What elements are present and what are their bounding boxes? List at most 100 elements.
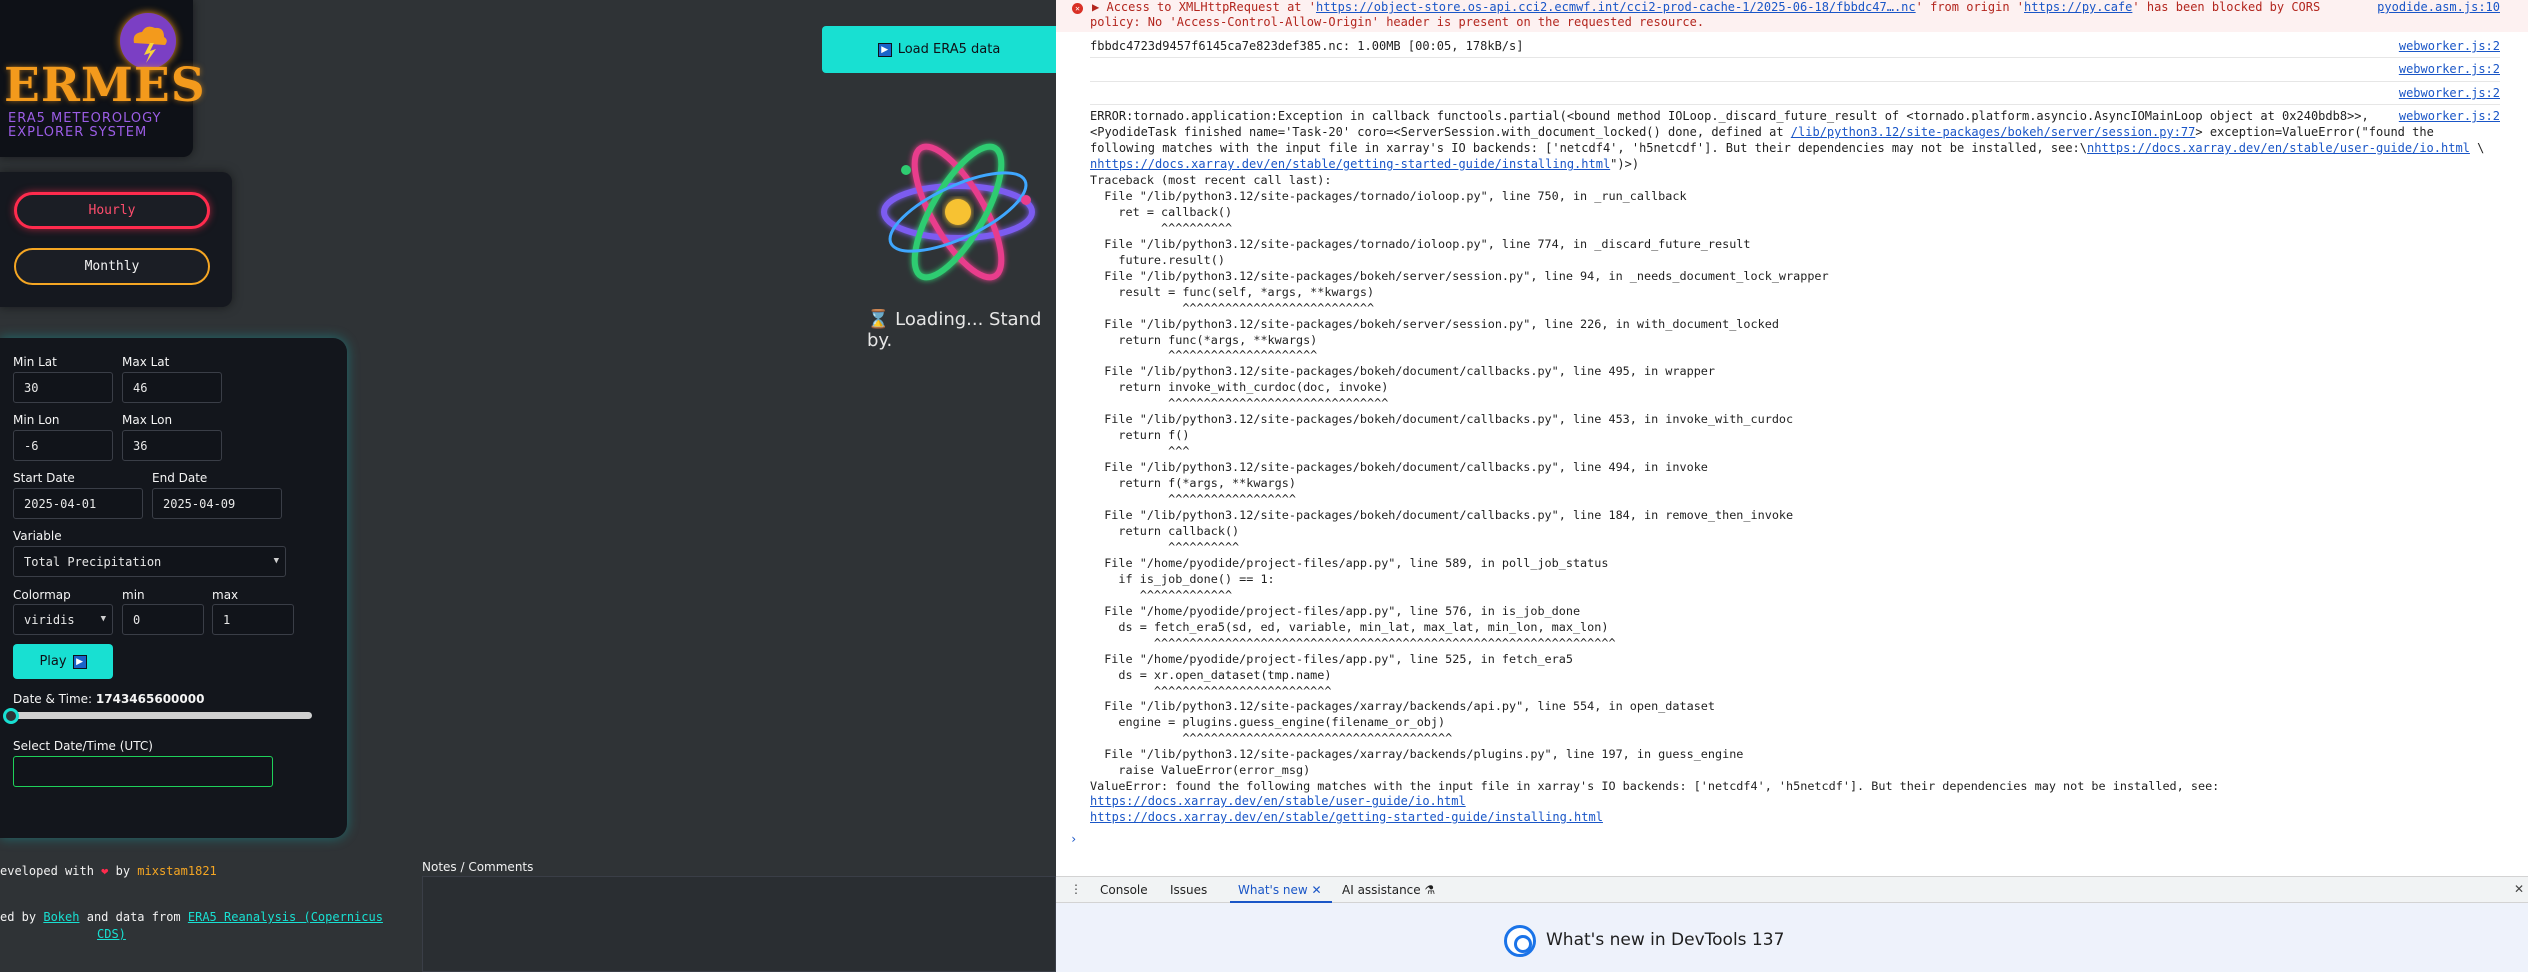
tornado-error-line4: nhttps://docs.xarray.dev/en/stable/getti…: [1090, 157, 1639, 171]
source-link-pyodide[interactable]: pyodide.asm.js:10: [2377, 0, 2500, 14]
colormap-select-value: viridis: [24, 612, 75, 627]
start-date-label: Start Date: [13, 471, 75, 485]
end-date-label: End Date: [152, 471, 208, 485]
cors-origin-link[interactable]: https://py.cafe: [2024, 0, 2132, 14]
controls-panel: Min Lat 30 Max Lat 46 Min Lon -6 Max Lon…: [0, 338, 347, 838]
final-io-docs-link[interactable]: https://docs.xarray.dev/en/stable/user-g…: [1090, 794, 1466, 808]
io-docs-link[interactable]: nhttps://docs.xarray.dev/en/stable/user-…: [2087, 141, 2470, 155]
notes-textarea[interactable]: [422, 876, 1056, 972]
chrome-devtools-icon: [1504, 925, 1536, 957]
data-from-text: and data from: [86, 910, 181, 924]
colormap-label: Colormap: [13, 588, 71, 602]
start-date-input[interactable]: 2025-04-01: [13, 488, 143, 519]
installing-docs-link[interactable]: nhttps://docs.xarray.dev/en/stable/getti…: [1090, 157, 1610, 171]
load-era5-button[interactable]: ▶ Load ERA5 data: [822, 26, 1056, 73]
developer-username: mixstam1821: [137, 864, 217, 878]
console-output: ✕ ▶ Access to XMLHttpRequest at 'https:/…: [1056, 0, 2528, 870]
bokeh-link[interactable]: Bokeh: [43, 910, 79, 924]
loading-text: ⌛ Loading... Stand by.: [867, 309, 1042, 351]
max-label: max: [212, 588, 239, 602]
expand-arrow-icon[interactable]: ▶: [1092, 0, 1099, 14]
developer-credit: eveloped with ❤ by mixstam1821: [0, 864, 217, 878]
final-installing-docs-line: https://docs.xarray.dev/en/stable/gettin…: [1090, 810, 1603, 824]
frequency-panel: Hourly Monthly: [0, 172, 232, 307]
logo-title: ERMES: [4, 58, 206, 113]
powered-by-text: ed by: [0, 910, 37, 924]
cors-error-line2: policy: No 'Access-Control-Allow-Origin'…: [1090, 15, 1705, 29]
flask-icon: ⚗: [1424, 883, 1436, 897]
devtools-drawer-tabs: ⋮ Console Issues What's new ✕ AI assista…: [1056, 876, 2528, 903]
source-link-webworker[interactable]: webworker.js:2: [2399, 109, 2500, 123]
datetime-slider-track[interactable]: [10, 712, 312, 719]
max-lon-input[interactable]: 36: [122, 430, 222, 461]
console-divider: [1090, 57, 2500, 58]
play-button-label: Play: [39, 654, 67, 669]
error-icon: ✕: [1072, 3, 1083, 14]
play-button[interactable]: Play ▶: [13, 644, 113, 679]
colormap-select[interactable]: viridis ▼: [13, 604, 113, 635]
final-installing-docs-link[interactable]: https://docs.xarray.dev/en/stable/gettin…: [1090, 810, 1603, 824]
min-lon-input[interactable]: -6: [13, 430, 113, 461]
select-datetime-label: Select Date/Time (UTC): [13, 739, 153, 753]
logo-panel: ERMES ERA5 METEOROLOGY EXPLORER SYSTEM: [0, 0, 205, 157]
tab-whats-new[interactable]: What's new ✕: [1238, 883, 1322, 897]
tab-issues[interactable]: Issues: [1170, 883, 1207, 897]
tornado-error-line2: <PyodideTask finished name='Task-20' cor…: [1090, 125, 2434, 139]
min-label: min: [122, 588, 145, 602]
traceback-text: Traceback (most recent call last): File …: [1090, 173, 2220, 794]
by-text: by: [115, 864, 131, 878]
tab-ai-assistance[interactable]: AI assistance ⚗: [1342, 883, 1435, 897]
logo-subtitle-line1: ERA5 METEOROLOGY: [8, 111, 162, 126]
tab-console[interactable]: Console: [1100, 883, 1148, 897]
final-io-docs-line: https://docs.xarray.dev/en/stable/user-g…: [1090, 794, 1466, 808]
whats-new-title: What's new in DevTools 137: [1546, 930, 1785, 950]
max-lat-input[interactable]: 46: [122, 372, 222, 403]
hourly-button[interactable]: Hourly: [14, 192, 210, 229]
play-icon: ▶: [877, 42, 892, 57]
more-options-icon[interactable]: ⋮: [1070, 882, 1082, 896]
chevron-down-icon: ▼: [100, 614, 106, 624]
datetime-picker-input[interactable]: [13, 756, 273, 787]
cors-request-url-link[interactable]: https://object-store.os-api.cci2.ecmwf.i…: [1316, 0, 1916, 14]
cors-error-prefix: Access to XMLHttpRequest at ': [1106, 0, 1316, 14]
load-era5-label: Load ERA5 data: [897, 42, 1001, 57]
datetime-slider-handle[interactable]: [3, 708, 19, 724]
whats-new-banner: What's new in DevTools 137: [1056, 903, 2528, 972]
cors-error-suffix: ' has been blocked by CORS: [2132, 0, 2321, 14]
min-lat-input[interactable]: 30: [13, 372, 113, 403]
variable-select[interactable]: Total Precipitation ▼: [13, 546, 286, 577]
tab-ai-label: AI assistance: [1342, 883, 1421, 897]
logo-subtitle-line2: EXPLORER SYSTEM: [8, 125, 148, 140]
progress-message: fbbdc4723d9457f6145ca7e823def385.nc: 1.0…: [1090, 39, 1524, 53]
error-line3-prefix: following matches with the input file in…: [1090, 141, 2087, 155]
tornado-error-line1: ERROR:tornado.application:Exception in c…: [1090, 109, 2369, 123]
close-drawer-icon[interactable]: ✕: [2514, 882, 2524, 896]
powered-by-credit: ed by Bokeh and data from ERA5 Reanalysi…: [0, 909, 390, 943]
max-input[interactable]: 1: [212, 604, 294, 635]
datetime-readout: Date & Time: 1743465600000: [13, 692, 204, 706]
session-source-link[interactable]: /lib/python3.12/site-packages/bokeh/serv…: [1791, 125, 2196, 139]
variable-label: Variable: [13, 529, 62, 543]
console-divider: [1090, 81, 2500, 82]
era5-link-line2: CDS): [97, 927, 126, 941]
notes-label: Notes / Comments: [422, 860, 534, 874]
developed-with-text: eveloped with: [0, 864, 94, 878]
source-link-webworker[interactable]: webworker.js:2: [2399, 86, 2500, 100]
error-line3-suffix: \: [2469, 141, 2485, 155]
variable-select-value: Total Precipitation: [24, 554, 162, 569]
source-link-webworker[interactable]: webworker.js:2: [2399, 62, 2500, 76]
play-icon: ▶: [72, 654, 87, 669]
close-icon[interactable]: ✕: [1312, 883, 1322, 897]
end-date-input[interactable]: 2025-04-09: [152, 488, 282, 519]
source-link-webworker[interactable]: webworker.js:2: [2399, 39, 2500, 53]
monthly-button[interactable]: Monthly: [14, 248, 210, 285]
console-prompt-icon[interactable]: ›: [1070, 832, 1077, 846]
min-input[interactable]: 0: [122, 604, 204, 635]
devtools-panel: ✕ ▶ Access to XMLHttpRequest at 'https:/…: [1056, 0, 2528, 972]
tab-whats-new-label: What's new: [1238, 883, 1308, 897]
console-divider: [1090, 104, 2500, 105]
max-lon-label: Max Lon: [122, 413, 173, 427]
cors-error-line1: ▶ Access to XMLHttpRequest at 'https://o…: [1092, 0, 2320, 14]
error-line2-suffix: > exception=ValueError("found the: [2195, 125, 2434, 139]
atom-loading-icon: [876, 130, 1040, 294]
